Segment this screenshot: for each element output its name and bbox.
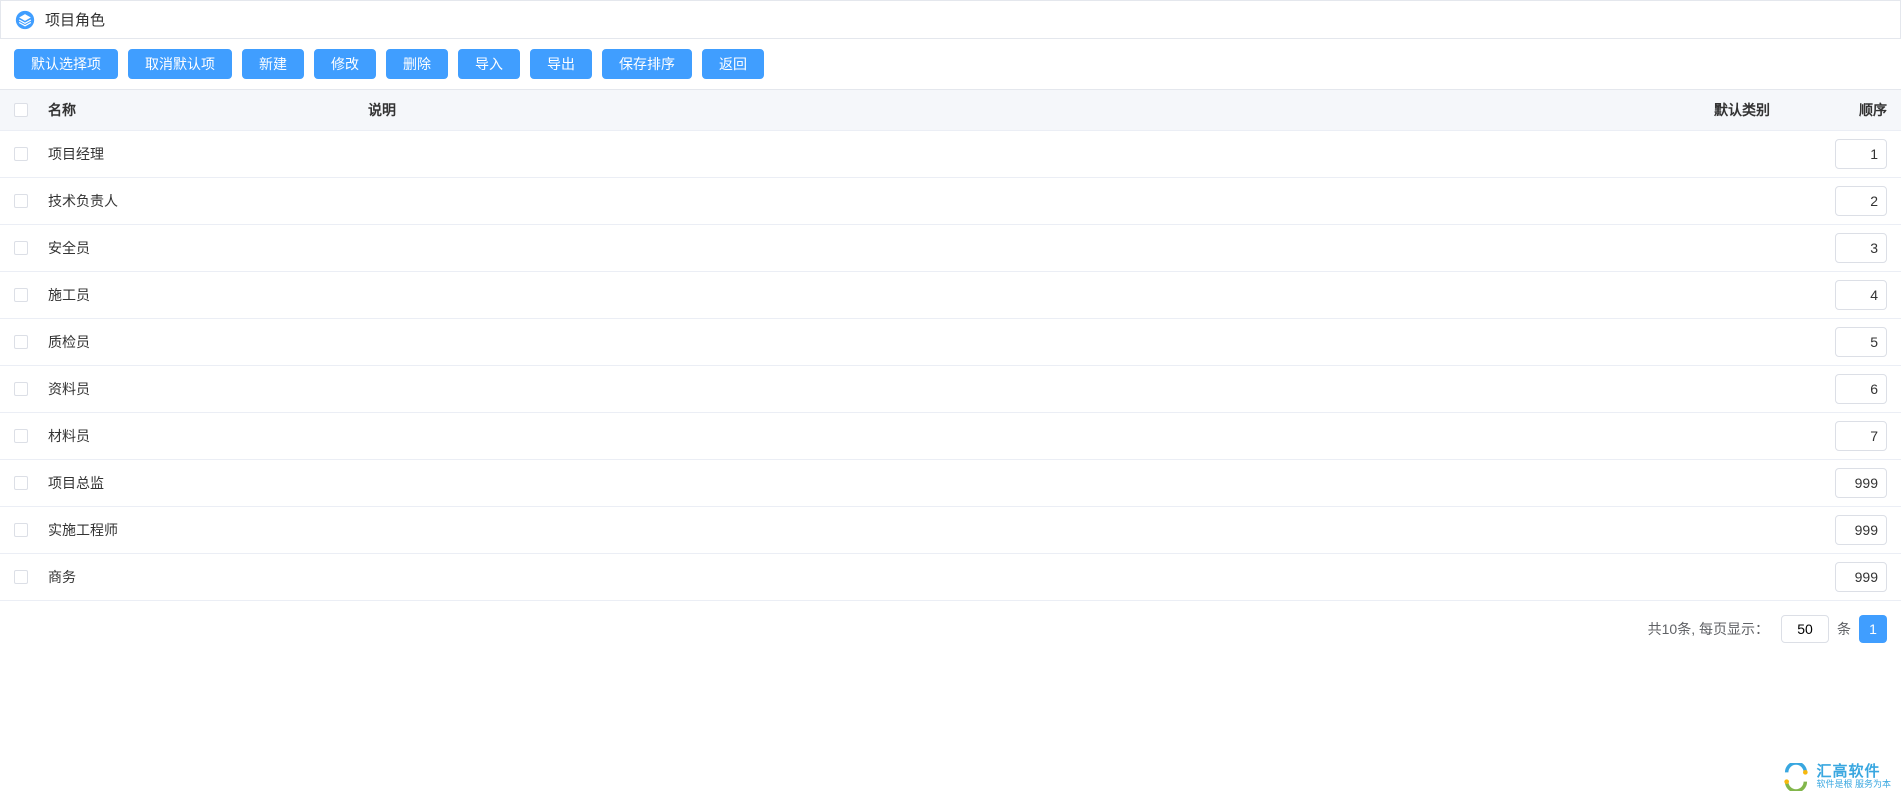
column-header-order: 顺序 [1807,100,1887,120]
table-header: 名称 说明 默认类别 顺序 [0,90,1901,131]
table-row[interactable]: 技术负责人 [0,178,1901,225]
column-header-default: 默认类别 [1677,100,1807,120]
order-input[interactable] [1835,421,1887,451]
table-row[interactable]: 项目总监 [0,460,1901,507]
watermark-sub: 软件是根 服务为本 [1816,780,1891,790]
cell-name: 技术负责人 [44,191,364,211]
table-row[interactable]: 商务 [0,554,1901,601]
export-button[interactable]: 导出 [530,49,592,79]
table-row[interactable]: 项目经理 [0,131,1901,178]
import-button[interactable]: 导入 [458,49,520,79]
new-button[interactable]: 新建 [242,49,304,79]
cell-order [1807,139,1887,169]
page-size-input[interactable] [1781,615,1829,643]
watermark-logo-icon [1782,763,1810,791]
cell-order [1807,515,1887,545]
row-checkbox[interactable] [14,288,28,302]
back-button[interactable]: 返回 [702,49,764,79]
cell-name: 质检员 [44,332,364,352]
pagination: 共10条, 每页显示： 条 1 [0,601,1901,657]
cell-name: 实施工程师 [44,520,364,540]
layers-icon [15,10,35,30]
column-header-desc: 说明 [364,100,1677,120]
cell-order [1807,327,1887,357]
cell-order [1807,562,1887,592]
table-row[interactable]: 质检员 [0,319,1901,366]
table-row[interactable]: 施工员 [0,272,1901,319]
page-title: 项目角色 [45,9,105,30]
cell-name: 资料员 [44,379,364,399]
watermark-main: 汇高软件 [1816,764,1891,781]
watermark: 汇高软件 软件是根 服务为本 [1782,763,1891,791]
cell-order [1807,374,1887,404]
row-checkbox[interactable] [14,429,28,443]
row-checkbox[interactable] [14,335,28,349]
edit-button[interactable]: 修改 [314,49,376,79]
cell-order [1807,233,1887,263]
table-row[interactable]: 安全员 [0,225,1901,272]
cell-order [1807,280,1887,310]
delete-button[interactable]: 删除 [386,49,448,79]
pagination-total: 共10条, 每页显示： [1648,619,1769,639]
order-input[interactable] [1835,515,1887,545]
cell-order [1807,421,1887,451]
cell-order [1807,468,1887,498]
table-row[interactable]: 材料员 [0,413,1901,460]
table-row[interactable]: 实施工程师 [0,507,1901,554]
select-all-checkbox[interactable] [14,103,28,117]
cancel-default-button[interactable]: 取消默认项 [128,49,232,79]
order-input[interactable] [1835,186,1887,216]
cell-name: 施工员 [44,285,364,305]
cell-name: 安全员 [44,238,364,258]
order-input[interactable] [1835,280,1887,310]
order-input[interactable] [1835,468,1887,498]
row-checkbox[interactable] [14,523,28,537]
cell-name: 项目总监 [44,473,364,493]
pagination-unit: 条 [1837,619,1851,639]
page-number-1[interactable]: 1 [1859,615,1887,643]
cell-name: 材料员 [44,426,364,446]
order-input[interactable] [1835,327,1887,357]
default-select-button[interactable]: 默认选择项 [14,49,118,79]
order-input[interactable] [1835,562,1887,592]
row-checkbox[interactable] [14,570,28,584]
cell-order [1807,186,1887,216]
toolbar: 默认选择项取消默认项新建修改删除导入导出保存排序返回 [0,39,1901,90]
order-input[interactable] [1835,374,1887,404]
column-header-name: 名称 [44,100,364,120]
row-checkbox[interactable] [14,382,28,396]
save-sort-button[interactable]: 保存排序 [602,49,692,79]
table-row[interactable]: 资料员 [0,366,1901,413]
row-checkbox[interactable] [14,241,28,255]
role-table: 名称 说明 默认类别 顺序 项目经理技术负责人安全员施工员质检员资料员材料员项目… [0,90,1901,601]
order-input[interactable] [1835,233,1887,263]
page-header: 项目角色 [0,0,1901,39]
cell-name: 商务 [44,567,364,587]
row-checkbox[interactable] [14,476,28,490]
row-checkbox[interactable] [14,147,28,161]
order-input[interactable] [1835,139,1887,169]
cell-name: 项目经理 [44,144,364,164]
row-checkbox[interactable] [14,194,28,208]
